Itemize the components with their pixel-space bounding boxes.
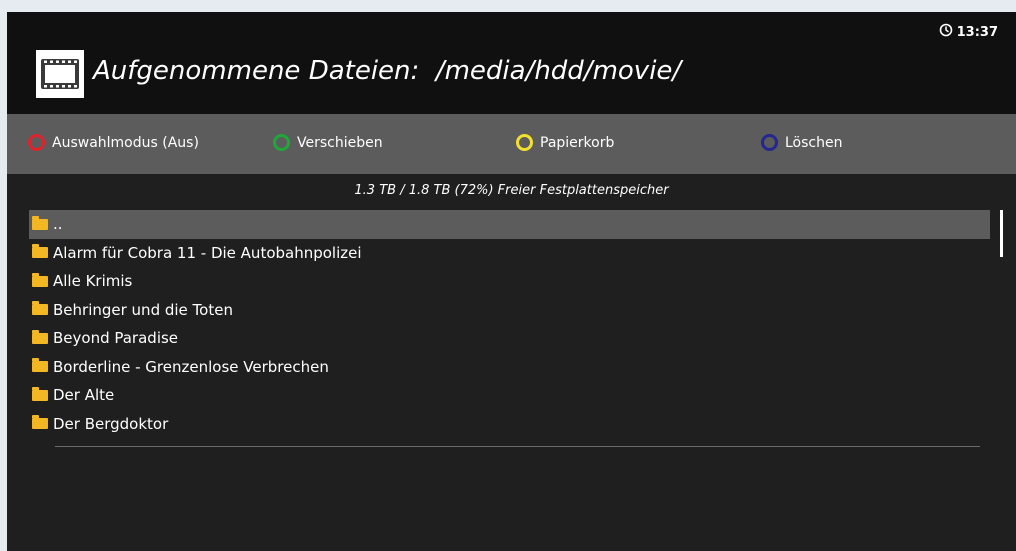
list-scrollbar[interactable] [1000, 210, 1003, 257]
blue-button-label: Löschen [785, 134, 843, 151]
movie-browser-screen: Aufgenommene Dateien: /media/hdd/movie/ … [7, 12, 1016, 551]
list-item[interactable]: Borderline - Grenzenlose Verbrechen [29, 353, 990, 382]
blue-circle-icon [761, 134, 778, 151]
list-item-label: Der Bergdoktor [53, 414, 169, 433]
list-item-label: Borderline - Grenzenlose Verbrechen [53, 357, 329, 376]
list-item-label: Alarm für Cobra 11 - Die Autobahnpolizei [53, 243, 362, 262]
clock-icon [939, 23, 953, 41]
list-item-label: Der Alte [53, 386, 115, 405]
folder-icon [32, 386, 48, 401]
blue-button-delete[interactable]: Löschen [761, 134, 842, 151]
header-bar: Aufgenommene Dateien: /media/hdd/movie/ … [7, 12, 1016, 114]
list-item[interactable]: Beyond Paradise [29, 324, 990, 353]
yellow-button-label: Papierkorb [540, 134, 615, 151]
folder-icon [32, 415, 48, 430]
list-item[interactable]: Der Bergdoktor [29, 410, 990, 439]
folder-icon [32, 329, 48, 344]
list-item[interactable]: Alle Krimis [29, 267, 990, 296]
folder-icon [32, 358, 48, 373]
movie-film-icon [36, 50, 84, 98]
folder-icon [32, 301, 48, 316]
yellow-circle-icon [516, 134, 533, 151]
page-title: Aufgenommene Dateien: /media/hdd/movie/ [93, 56, 682, 86]
folder-icon [32, 272, 48, 287]
green-button-move[interactable]: Verschieben [273, 134, 383, 151]
green-circle-icon [273, 134, 290, 151]
disk-space-info: 1.3 TB / 1.8 TB (72%) Freier Festplatten… [354, 183, 669, 198]
clock-time: 13:37 [956, 24, 998, 40]
list-item[interactable]: Alarm für Cobra 11 - Die Autobahnpolizei [29, 239, 990, 268]
list-item[interactable]: Der Alte [29, 381, 990, 410]
list-item-label: Beyond Paradise [53, 329, 179, 348]
red-circle-icon [28, 134, 45, 151]
recordings-list[interactable]: .. Alarm für Cobra 11 - Die Autobahnpoli… [29, 210, 990, 438]
list-item[interactable]: .. [29, 210, 990, 239]
folder-icon [32, 215, 48, 230]
color-button-bar: Auswahlmodus (Aus) Verschieben Papierkor… [7, 114, 1016, 174]
yellow-button-trash[interactable]: Papierkorb [516, 134, 614, 151]
list-item[interactable]: Behringer und die Toten [29, 296, 990, 325]
list-item-label: .. [53, 215, 63, 234]
red-button-label: Auswahlmodus (Aus) [52, 134, 199, 151]
list-divider [55, 446, 980, 447]
red-button-selection-mode[interactable]: Auswahlmodus (Aus) [28, 134, 199, 151]
list-item-label: Behringer und die Toten [53, 300, 233, 319]
list-item-label: Alle Krimis [53, 272, 133, 291]
folder-icon [32, 244, 48, 259]
clock: 13:37 [939, 23, 998, 41]
green-button-label: Verschieben [297, 134, 383, 151]
